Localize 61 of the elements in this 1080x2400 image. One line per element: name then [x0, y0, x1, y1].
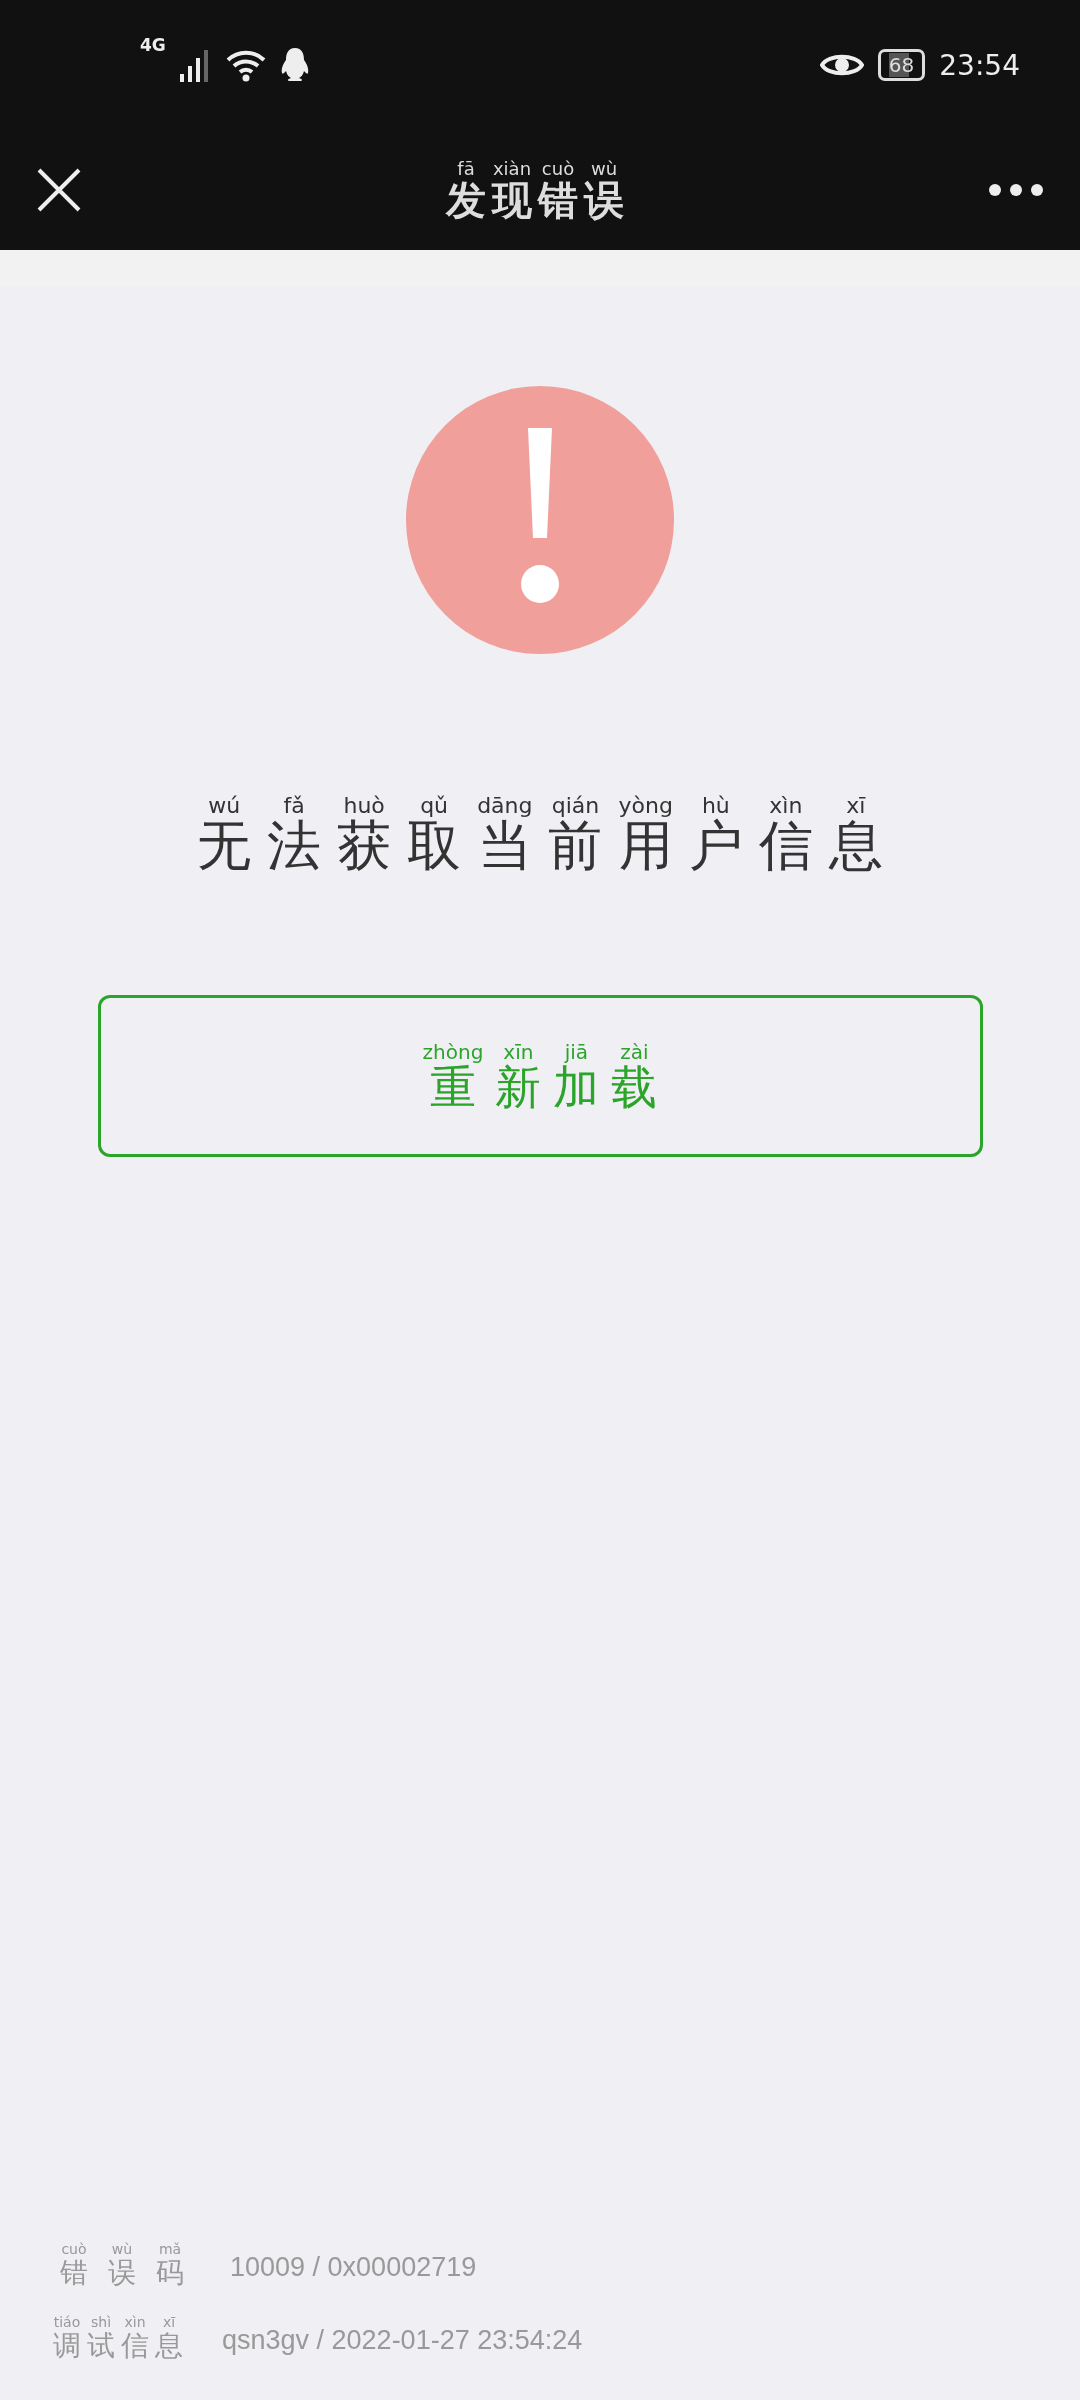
pinyin[interactable]: zài: [620, 1040, 649, 1063]
pinyin: wù: [111, 2242, 133, 2258]
pinyin: fǎ: [283, 794, 305, 819]
message-character: 获: [337, 818, 392, 875]
button-character[interactable]: 新: [495, 1062, 542, 1111]
pinyin: fā: [457, 159, 475, 179]
network-type: 4G: [140, 35, 166, 55]
pinyin: xī: [162, 2315, 176, 2331]
battery-icon: 68: [877, 49, 926, 81]
pinyin: yòng: [618, 794, 673, 819]
pinyin: qǔ: [420, 794, 449, 819]
pinyin: wú: [208, 794, 241, 819]
label-character: 误: [108, 2257, 136, 2288]
pinyin: mǎ: [158, 2242, 182, 2258]
pinyin: xìn: [124, 2315, 146, 2331]
more-icon[interactable]: [988, 183, 1044, 197]
message-character: 息: [828, 818, 883, 875]
pinyin: huò: [343, 794, 385, 819]
warning-icon: [406, 386, 674, 654]
button-character[interactable]: 载: [611, 1062, 658, 1111]
pinyin[interactable]: jiā: [564, 1040, 589, 1063]
pinyin: tiáo: [53, 2315, 81, 2331]
pinyin: xī: [846, 794, 866, 819]
reload-button[interactable]: zhòng 重 xīn 新 jiā 加 zài 载: [97, 994, 983, 1157]
message-character: 无: [197, 818, 252, 875]
wifi-icon: [225, 48, 266, 82]
title-character: 错: [538, 178, 578, 221]
pinyin: cuò: [541, 159, 575, 179]
label-character: 试: [87, 2330, 115, 2360]
pinyin: shì: [90, 2315, 112, 2331]
detail-value: qsn3gv / 2022-01-27 23:54:24: [222, 2325, 583, 2357]
pinyin: qián: [551, 794, 600, 819]
message-character: 信: [758, 818, 813, 875]
label-character: 码: [156, 2257, 184, 2288]
button-character[interactable]: 重: [430, 1062, 476, 1111]
label-character: 调: [53, 2330, 81, 2360]
pinyin: xiàn: [492, 159, 532, 179]
title-character: 发: [446, 178, 486, 221]
detail-value: 10009 / 0x00002719: [230, 2252, 477, 2285]
message-character: 法: [267, 818, 322, 875]
title-character: 误: [584, 178, 624, 221]
message-character: 取: [407, 818, 462, 875]
pinyin[interactable]: zhòng: [422, 1040, 484, 1063]
label-character: 息: [155, 2330, 183, 2360]
title-character: 现: [492, 178, 532, 221]
pinyin: xìn: [769, 794, 803, 819]
button-character[interactable]: 加: [553, 1062, 600, 1111]
status-time: 23:54: [939, 48, 1020, 82]
message-character: 当: [477, 818, 532, 875]
pinyin: cuò: [61, 2242, 87, 2258]
pinyin[interactable]: xīn: [503, 1040, 534, 1063]
close-icon[interactable]: [36, 167, 82, 213]
message-character: 户: [688, 818, 743, 875]
pinyin: wù: [590, 159, 618, 179]
label-character: 错: [60, 2257, 88, 2288]
pinyin: hù: [701, 794, 730, 819]
message-character: 用: [618, 818, 673, 875]
penguin-icon: [279, 47, 310, 83]
label-character: 信: [121, 2330, 149, 2360]
pinyin: dāng: [477, 794, 533, 819]
message-character: 前: [548, 818, 603, 875]
